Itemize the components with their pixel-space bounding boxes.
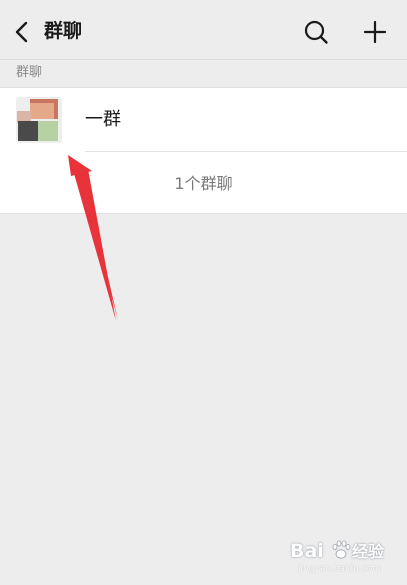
group-avatar[interactable]: [16, 97, 62, 143]
top-bar: 群聊: [0, 0, 407, 60]
plus-icon[interactable]: [362, 19, 388, 45]
page-title: 群聊: [44, 20, 83, 42]
avatar-tile: [18, 121, 38, 141]
avatar-tile: [38, 121, 58, 141]
section-label: 群聊: [16, 65, 43, 80]
chevron-left-icon[interactable]: [12, 20, 32, 44]
group-row[interactable]: 一群: [0, 88, 407, 151]
watermark: Bai 经验 jingyan.baidu.com: [290, 534, 402, 576]
group-name: 一群: [85, 109, 121, 130]
watermark-url: jingyan.baidu.com: [298, 564, 382, 574]
row-divider: [85, 151, 407, 152]
search-icon[interactable]: [303, 19, 329, 45]
avatar-tile: [30, 103, 54, 119]
group-count: 1个群聊: [174, 174, 233, 193]
paw-icon: [332, 540, 351, 559]
header-divider: [0, 59, 407, 60]
watermark-sub: 经验: [352, 542, 385, 561]
watermark-logo: Bai: [290, 540, 324, 562]
group-list: 一群 1个群聊: [0, 87, 407, 214]
